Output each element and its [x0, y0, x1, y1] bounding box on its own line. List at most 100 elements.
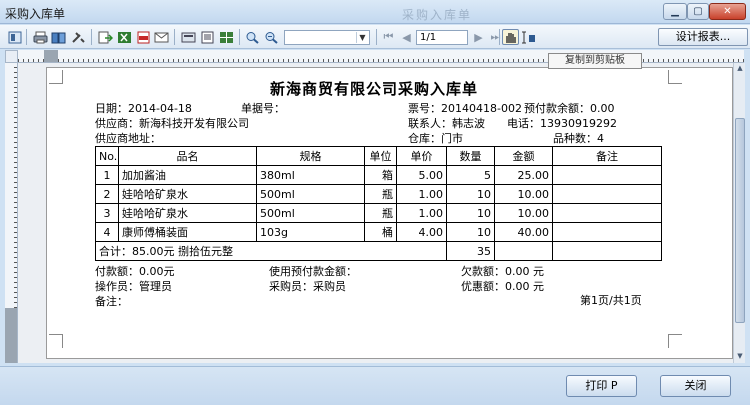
- cell-qty: 10: [446, 203, 495, 223]
- scroll-up-icon[interactable]: ▲: [735, 64, 745, 74]
- cell-unit: 箱: [364, 165, 397, 185]
- cell-no: 3: [95, 203, 119, 223]
- book-icon: [51, 32, 66, 43]
- ticket-number-field: 票号：20140418-002: [408, 102, 522, 115]
- email-button[interactable]: [153, 29, 170, 45]
- cell-remark: [552, 184, 662, 204]
- column-header: 单位: [364, 146, 397, 166]
- chevron-down-icon: ▼: [356, 32, 368, 43]
- toolbar-separator: [174, 29, 175, 45]
- zoom-in-button[interactable]: [244, 29, 261, 45]
- total-label: 合计：85.00元 捌拾伍元整: [95, 241, 447, 261]
- contact-field: 联系人：韩志波: [408, 117, 485, 130]
- window-title: 采购入库单: [5, 7, 66, 21]
- first-page-button[interactable]: ⏮: [380, 29, 397, 45]
- discount-field: 优惠额：0.00 元: [461, 280, 544, 293]
- minimize-button[interactable]: ▁: [663, 3, 687, 20]
- supplier-field: 供应商：新海科技开发有限公司: [95, 117, 249, 130]
- export-icon: [98, 31, 113, 43]
- table-row: 2 娃哈哈矿泉水 500ml 瓶 1.00 10 10.00: [95, 184, 662, 204]
- cell-remark: [552, 222, 662, 242]
- cell-no: 1: [95, 165, 119, 185]
- close-button[interactable]: 关闭: [660, 375, 731, 397]
- phone-field: 电话：13930919292: [507, 117, 617, 130]
- crop-mark: [49, 70, 63, 84]
- toolbar-separator: [26, 29, 27, 45]
- cell-unit: 桶: [364, 222, 397, 242]
- cell-unit: 瓶: [364, 184, 397, 204]
- thumbnail-icon: [8, 31, 21, 43]
- used-prepay-field: 使用预付款金额：: [269, 265, 357, 278]
- next-page-button[interactable]: ▶: [470, 29, 487, 45]
- table-row: 4 康师傅桶装面 103g 桶 4.00 10 40.00: [95, 222, 662, 242]
- export-button[interactable]: [97, 29, 114, 45]
- cell-unit: 瓶: [364, 203, 397, 223]
- multi-page-button[interactable]: [218, 29, 235, 45]
- total-quantity: 35: [446, 241, 495, 261]
- toolbar-separator: [376, 29, 377, 45]
- tools-button[interactable]: [70, 29, 87, 45]
- multi-page-icon: [220, 31, 233, 43]
- table-total-row: 合计：85.00元 捌拾伍元整 35: [95, 241, 662, 261]
- select-text-button[interactable]: [520, 29, 537, 45]
- next-page-icon: ▶: [474, 30, 483, 44]
- open-book-button[interactable]: [50, 29, 67, 45]
- email-icon: [154, 32, 169, 42]
- zoom-select[interactable]: ▼: [284, 30, 370, 45]
- toolbar-separator: [499, 29, 500, 45]
- single-page-button[interactable]: [199, 29, 216, 45]
- column-header: 金额: [494, 146, 553, 166]
- cell-remark: [552, 203, 662, 223]
- cell-remark: [552, 165, 662, 185]
- cell-qty: 10: [446, 184, 495, 204]
- page-setup-icon: [181, 32, 196, 42]
- scroll-down-icon[interactable]: ▼: [735, 352, 745, 362]
- cell-no: 4: [95, 222, 119, 242]
- cell-spec: 500ml: [256, 184, 365, 204]
- page-number-field[interactable]: 1/1: [416, 30, 468, 45]
- maximize-icon: ▢: [693, 6, 703, 17]
- items-table: No. 品名 规格 单位 单价 数量 金额 备注 1 加加酱油 380ml 箱 …: [95, 146, 662, 261]
- excel-export-button[interactable]: [116, 29, 133, 45]
- prev-page-button[interactable]: ◀: [398, 29, 415, 45]
- cell-name: 娃哈哈矿泉水: [118, 203, 257, 223]
- column-header: No.: [95, 146, 119, 166]
- toolbar: ▼ ⏮ ◀ 1/1 ▶ ⏭ 设计报表...: [0, 25, 750, 49]
- scrollbar-thumb[interactable]: [735, 118, 745, 323]
- title-bar: 采购入库单 采购入库单 ▁ ▢ ✕: [0, 0, 750, 24]
- hand-tool-button[interactable]: [502, 29, 519, 45]
- cell-amount: 40.00: [494, 222, 553, 242]
- close-icon: ✕: [723, 6, 732, 17]
- column-header: 数量: [446, 146, 495, 166]
- cell-qty: 5: [446, 165, 495, 185]
- pdf-icon: [137, 31, 150, 43]
- vertical-ruler: [5, 63, 18, 363]
- window-title-ghost: 采购入库单: [402, 8, 473, 22]
- ruler-corner: [5, 50, 18, 63]
- table-header-row: No. 品名 规格 单位 单价 数量 金额 备注: [95, 146, 662, 166]
- cell-name: 康师傅桶装面: [118, 222, 257, 242]
- cell-no: 2: [95, 184, 119, 204]
- cell-qty: 10: [446, 222, 495, 242]
- document-title: 新海商贸有限公司采购入库单: [270, 80, 479, 98]
- remark-field: 备注：: [95, 295, 128, 308]
- thumbnail-view-button[interactable]: [6, 29, 23, 45]
- close-window-button[interactable]: ✕: [709, 3, 746, 20]
- printer-icon: [33, 31, 48, 43]
- design-report-button[interactable]: 设计报表...: [658, 28, 748, 46]
- prev-page-icon: ◀: [402, 30, 411, 44]
- print-button[interactable]: [32, 29, 49, 45]
- pdf-export-button[interactable]: [135, 29, 152, 45]
- first-page-icon: ⏮: [383, 30, 394, 43]
- cell-price: 4.00: [396, 222, 447, 242]
- hand-icon: [506, 32, 516, 43]
- zoom-out-button[interactable]: [263, 29, 280, 45]
- paid-amount-field: 付款额：0.00元: [95, 265, 175, 278]
- owed-amount-field: 欠款额：0.00 元: [461, 265, 544, 278]
- maximize-button[interactable]: ▢: [687, 3, 709, 20]
- cell-spec: 103g: [256, 222, 365, 242]
- print-report-button[interactable]: 打印 P: [566, 375, 637, 397]
- vertical-scrollbar[interactable]: ▲ ▼: [733, 63, 745, 363]
- page-setup-button[interactable]: [180, 29, 197, 45]
- cell-price: 1.00: [396, 203, 447, 223]
